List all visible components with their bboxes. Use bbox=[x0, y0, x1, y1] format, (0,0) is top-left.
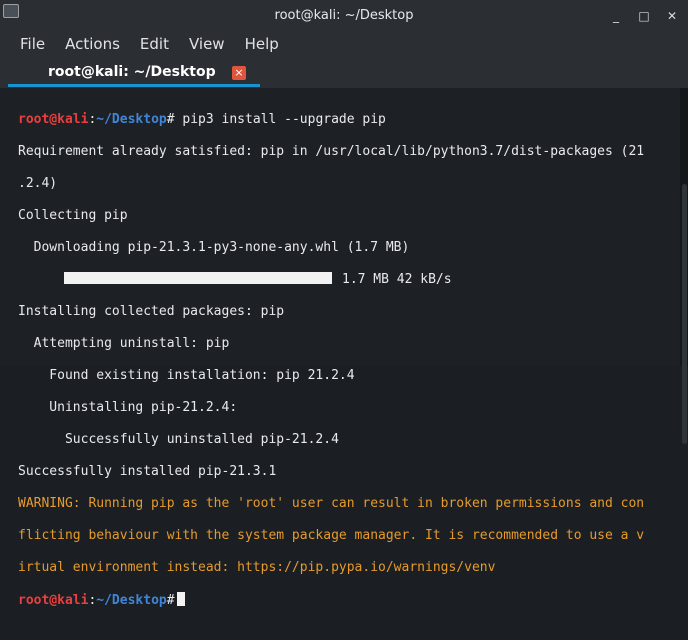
prompt-symbol: # bbox=[166, 112, 175, 127]
terminal-line: Requirement already satisfied: pip in /u… bbox=[18, 144, 645, 159]
prompt-symbol: # bbox=[166, 593, 175, 608]
menu-file[interactable]: File bbox=[10, 32, 55, 56]
menu-help[interactable]: Help bbox=[235, 32, 289, 56]
prompt-separator: : bbox=[88, 593, 97, 608]
tab-label: root@kali: ~/Desktop bbox=[48, 64, 216, 80]
terminal-line: Attempting uninstall: pip bbox=[18, 336, 230, 351]
terminal-line: Successfully installed pip-21.3.1 bbox=[18, 464, 277, 479]
terminal-line: Uninstalling pip-21.2.4: bbox=[18, 400, 238, 415]
tab-close-icon[interactable]: × bbox=[232, 66, 246, 80]
warning-line: irtual environment instead: https://pip.… bbox=[18, 560, 496, 575]
title-bar[interactable]: root@kali: ~/Desktop _ □ ✕ bbox=[0, 0, 688, 32]
prompt-path: ~/Desktop bbox=[96, 112, 167, 127]
menu-edit[interactable]: Edit bbox=[130, 32, 179, 56]
progress-text: 1.7 MB 42 kB/s bbox=[342, 272, 452, 287]
download-progress-bar bbox=[64, 272, 332, 284]
scrollbar-thumb[interactable] bbox=[682, 184, 687, 444]
prompt-user: root@kali bbox=[18, 112, 89, 127]
text-cursor bbox=[176, 592, 185, 606]
active-tab-indicator bbox=[8, 84, 260, 87]
menu-bar: File Actions Edit View Help bbox=[0, 32, 688, 56]
minimize-button[interactable]: _ bbox=[608, 8, 624, 24]
menu-view[interactable]: View bbox=[179, 32, 235, 56]
warning-line: flicting behaviour with the system packa… bbox=[18, 528, 645, 543]
prompt-path: ~/Desktop bbox=[96, 593, 167, 608]
window-controls: _ □ ✕ bbox=[608, 8, 680, 24]
terminal-line: Found existing installation: pip 21.2.4 bbox=[18, 368, 355, 383]
command-text: pip3 install --upgrade pip bbox=[174, 112, 386, 127]
terminal-line: .2.4) bbox=[18, 176, 58, 191]
close-window-button[interactable]: ✕ bbox=[664, 8, 680, 24]
terminal-line: Downloading pip-21.3.1-py3-none-any.whl … bbox=[18, 240, 410, 255]
progress-line: 1.7 MB 42 kB/s bbox=[18, 272, 680, 288]
terminal-line: root@kali:~/Desktop# pip3 install --upgr… bbox=[18, 112, 680, 128]
tab-terminal[interactable]: root@kali: ~/Desktop × bbox=[8, 58, 260, 86]
terminal-line: Successfully uninstalled pip-21.2.4 bbox=[18, 432, 339, 447]
scrollbar[interactable] bbox=[680, 88, 688, 444]
menu-actions[interactable]: Actions bbox=[55, 32, 130, 56]
terminal-window: root@kali: ~/Desktop _ □ ✕ File Actions … bbox=[0, 0, 688, 608]
terminal-output[interactable]: root@kali:~/Desktop# pip3 install --upgr… bbox=[0, 88, 680, 608]
terminal-line: Installing collected packages: pip bbox=[18, 304, 285, 319]
prompt-user: root@kali bbox=[18, 593, 89, 608]
terminal-line: root@kali:~/Desktop# bbox=[18, 592, 680, 608]
warning-line: WARNING: Running pip as the 'root' user … bbox=[18, 496, 645, 511]
terminal-line: Collecting pip bbox=[18, 208, 128, 223]
maximize-button[interactable]: □ bbox=[636, 8, 652, 24]
window-title: root@kali: ~/Desktop bbox=[274, 8, 414, 23]
